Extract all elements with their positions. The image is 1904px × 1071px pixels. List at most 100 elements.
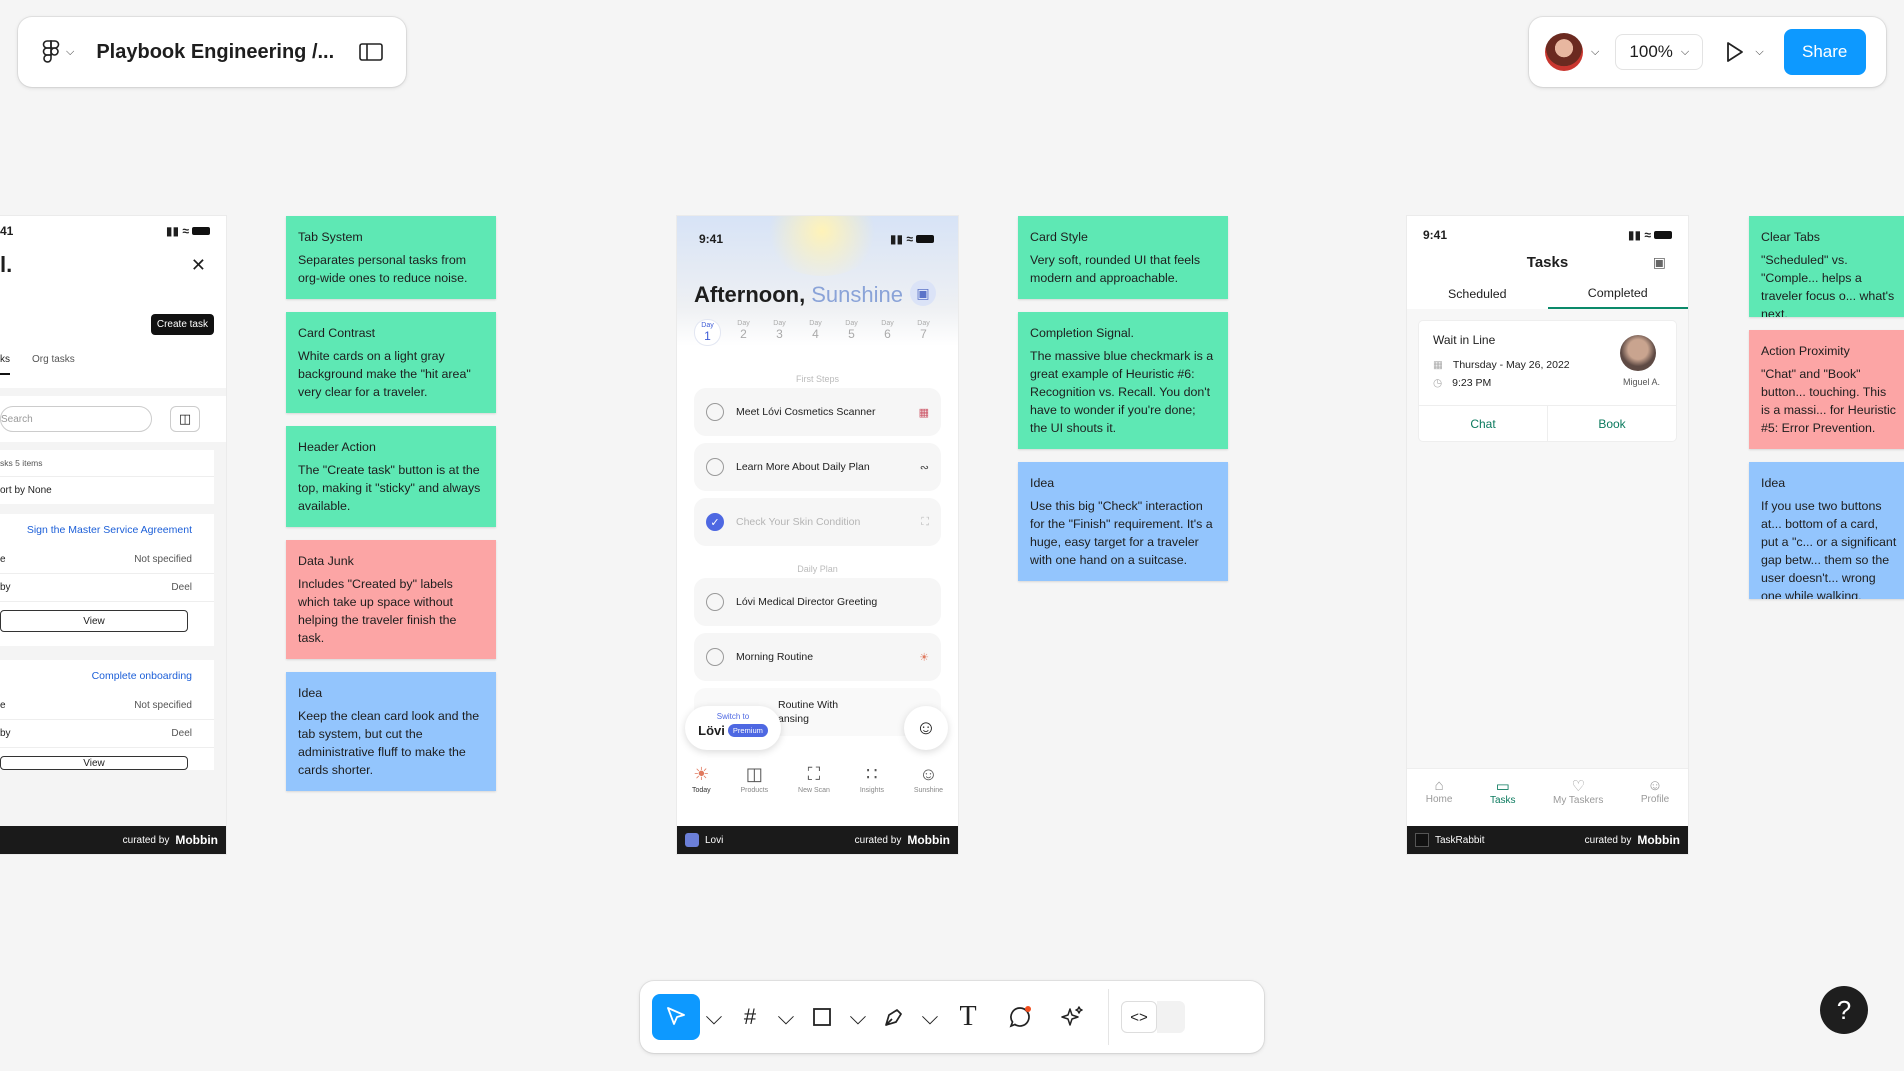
file-title[interactable]: Playbook Engineering /...: [96, 41, 358, 64]
task-label: Lóvi Medical Director Greeting: [736, 596, 878, 608]
chevron-down-icon[interactable]: ⌵: [848, 994, 868, 1040]
task-label: Meet Lóvi Cosmetics Scanner: [736, 406, 876, 418]
chevron-down-icon: ⌵: [66, 45, 75, 58]
insights-icon: ∷: [866, 764, 878, 784]
ai-actions-button[interactable]: [1048, 994, 1096, 1040]
tab-org-tasks[interactable]: Org tasks: [32, 354, 75, 375]
checkbox-checked[interactable]: ✓: [706, 513, 724, 531]
field-value: Deel: [171, 728, 192, 739]
chat-button[interactable]: Chat: [1419, 406, 1548, 441]
screen-deel-tasks: 41 ▮▮ ≈ l. ✕ Create task ks Org tasks Se…: [0, 216, 226, 854]
tab-scheduled[interactable]: Scheduled: [1407, 279, 1548, 309]
sticky-note[interactable]: Idea Use this big "Check" interaction fo…: [1018, 462, 1228, 581]
shape-tool-button[interactable]: [800, 994, 844, 1040]
sticky-note[interactable]: Data Junk Includes "Created by" labels w…: [286, 540, 496, 659]
task-link[interactable]: Sign the Master Service Agreement: [0, 514, 214, 546]
frame-tool-button[interactable]: #: [728, 994, 772, 1040]
task-card[interactable]: Wait in Line ▦ Thursday - May 26, 2022 ◷…: [1419, 321, 1676, 441]
checkbox[interactable]: [706, 593, 724, 611]
clock-icon: ◷: [1433, 377, 1443, 389]
assistant-face-icon[interactable]: ☺: [904, 706, 948, 750]
day-5[interactable]: Day 5: [839, 320, 864, 345]
chevron-down-icon[interactable]: ⌵: [704, 994, 724, 1040]
nav-home[interactable]: ⌂ Home: [1426, 777, 1453, 828]
share-button[interactable]: Share: [1783, 29, 1866, 75]
plan-task[interactable]: Learn More About Daily Plan ∾: [694, 443, 941, 491]
nav-today[interactable]: ☀ Today: [692, 764, 711, 794]
gift-icon[interactable]: ▣: [910, 280, 936, 306]
main-menu-button[interactable]: ⌵: [40, 39, 74, 65]
checkbox[interactable]: [706, 648, 724, 666]
sticky-note[interactable]: Action Proximity "Chat" and "Book" butto…: [1749, 330, 1904, 449]
view-button[interactable]: View: [0, 756, 188, 770]
help-button[interactable]: ?: [1820, 986, 1868, 1034]
task-card[interactable]: Complete onboarding e Not specified by Dee…: [0, 660, 214, 770]
sticky-note[interactable]: Header Action The "Create task" button i…: [286, 426, 496, 527]
create-task-button[interactable]: Create task: [150, 314, 214, 335]
gift-icon[interactable]: ▣: [1653, 254, 1666, 271]
toggle-sidebar-icon[interactable]: [358, 41, 384, 63]
sticky-note[interactable]: Completion Signal. The massive blue chec…: [1018, 312, 1228, 449]
present-play-icon[interactable]: [1721, 39, 1747, 65]
sticky-note[interactable]: Clear Tabs "Scheduled" vs. "Comple... he…: [1749, 216, 1904, 317]
sticky-note[interactable]: Tab System Separates personal tasks from…: [286, 216, 496, 299]
task-link[interactable]: Complete onboarding: [0, 660, 214, 692]
sticky-note[interactable]: Idea Keep the clean card look and the ta…: [286, 672, 496, 791]
search-input[interactable]: Search: [0, 406, 152, 432]
sticky-note[interactable]: Card Style Very soft, rounded UI that fe…: [1018, 216, 1228, 299]
columns-icon[interactable]: ◫: [170, 406, 200, 432]
chevron-down-icon[interactable]: ⌵: [1591, 46, 1599, 59]
smile-icon: ☺: [919, 764, 938, 784]
nav-my-taskers[interactable]: ♡ My Taskers: [1553, 777, 1603, 828]
checkbox[interactable]: [706, 403, 724, 421]
day-1[interactable]: Day 1: [695, 320, 720, 345]
app-name: Lovi: [705, 834, 724, 846]
nav-profile[interactable]: ☺ Profile: [1641, 777, 1669, 828]
pen-tool-button[interactable]: [872, 994, 916, 1040]
chevron-down-icon[interactable]: ⌵: [1755, 46, 1763, 59]
dev-mode-toggle[interactable]: <>: [1121, 994, 1201, 1040]
premium-promo-button[interactable]: Switch to Lövi Premium: [685, 706, 781, 750]
view-button[interactable]: View: [0, 610, 188, 632]
avatar[interactable]: [1545, 33, 1583, 71]
day-2[interactable]: Day 2: [731, 320, 756, 345]
sticky-note[interactable]: Idea If you use two buttons at... bottom…: [1749, 462, 1904, 599]
nav-profile[interactable]: ☺ Sunshine: [914, 764, 943, 794]
plan-task[interactable]: Morning Routine ☀: [694, 633, 941, 681]
sticky-note[interactable]: Card Contrast White cards on a light gra…: [286, 312, 496, 413]
checkbox[interactable]: [706, 458, 724, 476]
zoom-dropdown[interactable]: 100% ⌵: [1615, 34, 1704, 70]
day-6[interactable]: Day 6: [875, 320, 900, 345]
text-icon: T: [959, 1001, 977, 1032]
close-icon[interactable]: ✕: [191, 255, 206, 276]
task-card[interactable]: Sign the Master Service Agreement e Not s…: [0, 514, 214, 646]
nav-insights[interactable]: ∷ Insights: [860, 764, 884, 794]
sort-control[interactable]: ort by None: [0, 476, 214, 504]
plan-task[interactable]: Meet Lóvi Cosmetics Scanner ▦: [694, 388, 941, 436]
day-number: 5: [848, 327, 855, 341]
plan-task[interactable]: ✓ Check Your Skin Condition ⛶: [694, 498, 941, 546]
move-tool-button[interactable]: [652, 994, 700, 1040]
nav-tasks[interactable]: ▭ Tasks: [1490, 777, 1516, 828]
day-4[interactable]: Day 4: [803, 320, 828, 345]
task-title: Wait in Line: [1433, 333, 1496, 347]
book-button[interactable]: Book: [1548, 406, 1676, 441]
plan-task[interactable]: Lóvi Medical Director Greeting: [694, 578, 941, 626]
tab-completed[interactable]: Completed: [1547, 279, 1688, 309]
tab-my-tasks[interactable]: ks: [0, 354, 10, 375]
note-title: Card Style: [1030, 230, 1088, 244]
text-tool-button[interactable]: T: [944, 994, 992, 1040]
comment-tool-button[interactable]: [996, 994, 1044, 1040]
nav-products[interactable]: ◫ Products: [741, 764, 769, 794]
day-3[interactable]: Day 3: [767, 320, 792, 345]
tasker-avatar[interactable]: [1620, 335, 1656, 371]
note-body: Use this big "Check" interaction for the…: [1030, 499, 1213, 567]
note-body: The massive blue checkmark is a great ex…: [1030, 349, 1214, 435]
chevron-down-icon[interactable]: ⌵: [776, 994, 796, 1040]
status-time: 9:41: [1423, 228, 1448, 242]
nav-new-scan[interactable]: ⛶ New Scan: [798, 764, 830, 794]
chevron-down-icon[interactable]: ⌵: [920, 994, 940, 1040]
note-title: Idea: [1030, 476, 1055, 490]
day-number: 2: [740, 327, 747, 341]
day-7[interactable]: Day 7: [911, 320, 936, 345]
